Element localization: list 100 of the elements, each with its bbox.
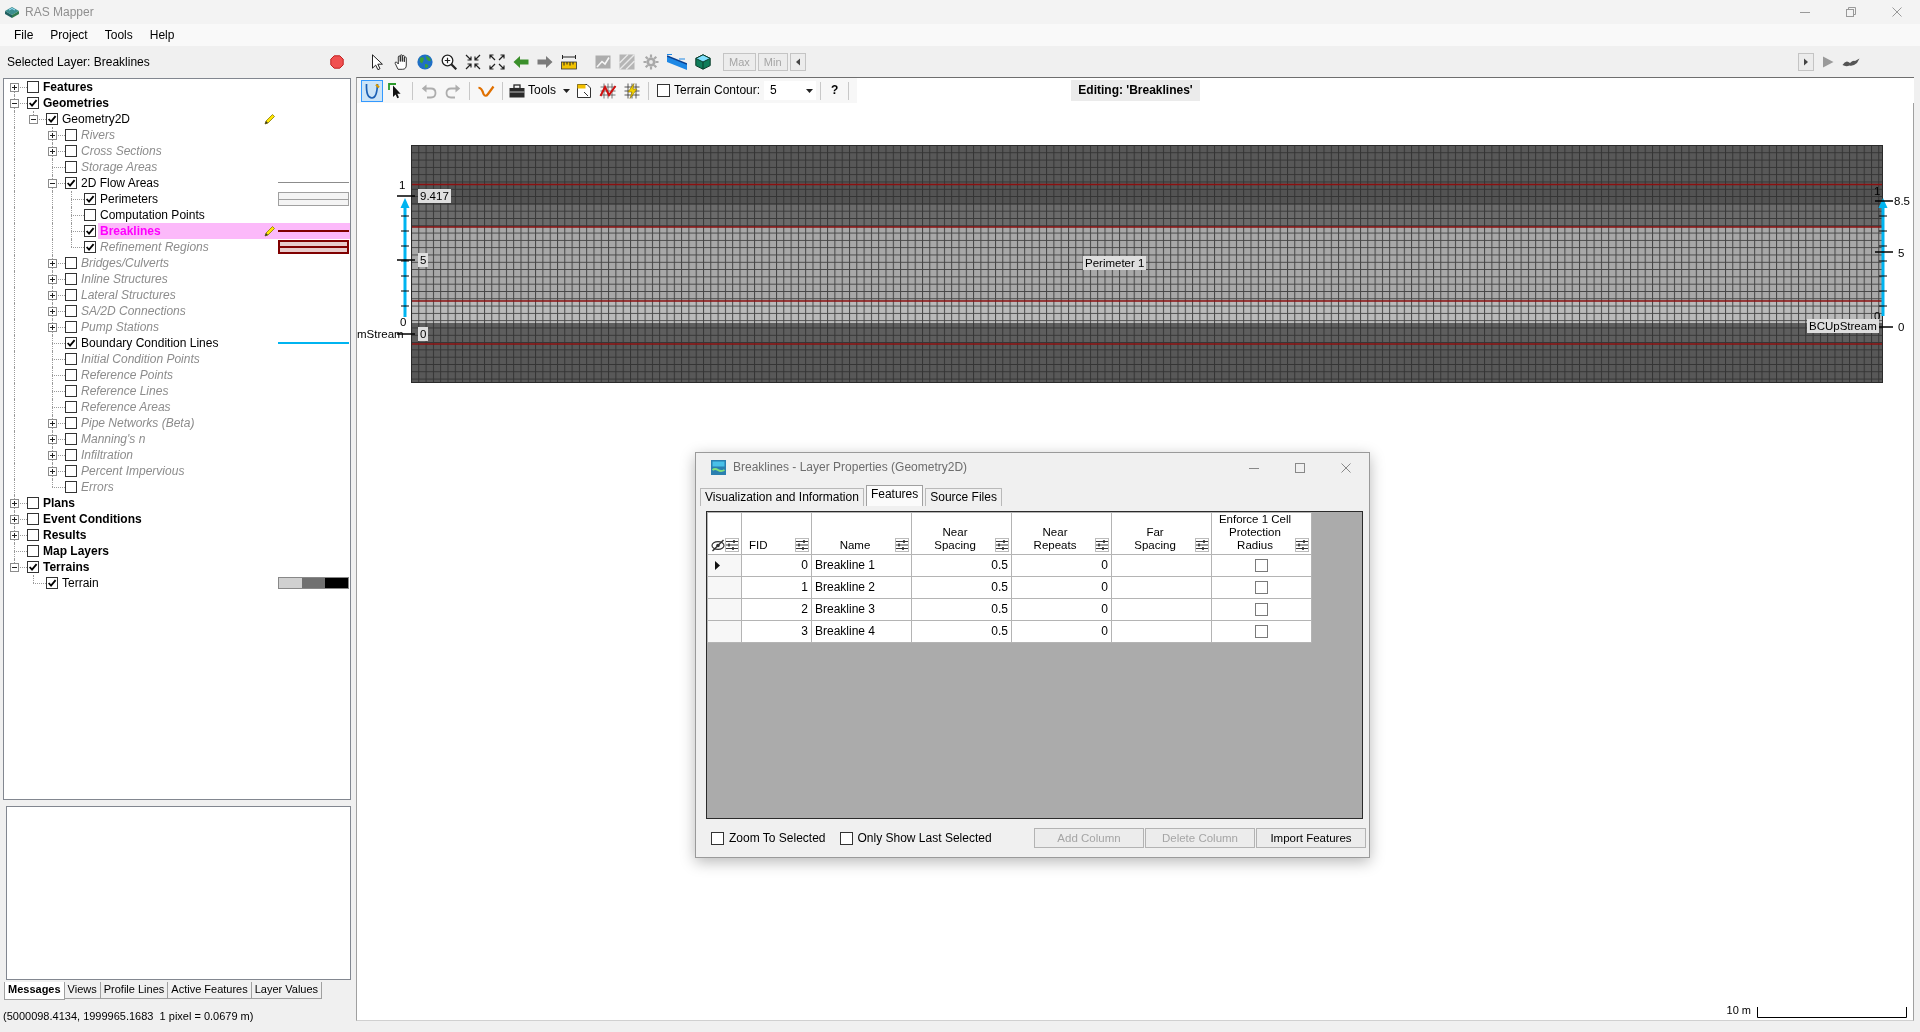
panel-tab[interactable]: Views <box>63 982 101 999</box>
layer-name[interactable]: Terrains <box>43 559 90 575</box>
column-title: Near Spacing <box>933 525 977 552</box>
layer-name[interactable]: Map Layers <box>43 543 110 559</box>
checkbox[interactable] <box>1255 558 1268 572</box>
tools-menu-button[interactable]: Tools <box>507 80 572 101</box>
table-cell: 0.5 <box>911 620 1012 642</box>
checkbox[interactable] <box>711 831 724 845</box>
checkbox[interactable] <box>839 831 853 845</box>
panel-tab[interactable]: Profile Lines <box>99 982 169 999</box>
dialog-button[interactable]: Import Features <box>1256 828 1366 849</box>
globe-icon[interactable] <box>417 53 433 70</box>
value-label: 0 <box>418 327 429 341</box>
menu-item[interactable]: File <box>6 24 43 46</box>
panel-tab[interactable]: Active Features <box>167 982 252 999</box>
stop-icon[interactable] <box>330 55 344 69</box>
column-header[interactable]: FID <box>741 512 812 554</box>
checkbox[interactable] <box>65 337 77 349</box>
table-cell: 0.5 <box>911 598 1012 620</box>
checkbox[interactable] <box>27 97 39 109</box>
app-icon <box>4 5 20 19</box>
close-icon[interactable] <box>1892 7 1902 17</box>
sliders-icon[interactable] <box>725 537 739 552</box>
hand-icon[interactable] <box>393 53 409 70</box>
layer-name[interactable]: Geometry2D <box>62 111 131 127</box>
checkbox[interactable] <box>84 209 96 221</box>
cube-icon[interactable] <box>695 53 711 70</box>
contour-interval-select[interactable]: 5 <box>764 81 817 100</box>
dialog-tab[interactable]: Source Files <box>925 487 1002 506</box>
layer-name[interactable]: 2D Flow Areas <box>81 175 160 191</box>
checkbox[interactable] <box>27 513 39 525</box>
sliders-icon[interactable] <box>1195 537 1209 552</box>
eye-slash-icon[interactable] <box>711 537 725 552</box>
column-header[interactable]: Far Spacing <box>1111 512 1212 554</box>
checkbox[interactable] <box>27 545 39 557</box>
checkbox[interactable] <box>65 177 77 189</box>
arrows-inward-icon[interactable] <box>465 53 481 70</box>
diagonal-band-icon[interactable] <box>667 53 687 70</box>
expander-icon[interactable] <box>10 83 19 92</box>
zoom-in-icon[interactable] <box>441 53 457 70</box>
menu-item[interactable]: Tools <box>96 24 142 46</box>
menu-item[interactable]: Project <box>42 24 97 46</box>
maximize-icon[interactable] <box>1295 462 1305 473</box>
layer-name[interactable]: Computation Points <box>100 207 205 223</box>
column-header[interactable]: Name <box>811 512 912 554</box>
checkbox[interactable] <box>1255 602 1268 616</box>
right-arrow-icon[interactable] <box>537 53 553 70</box>
arrows-outward-icon[interactable] <box>489 53 505 70</box>
layer-name[interactable]: Geometries <box>43 95 110 111</box>
layer-name[interactable]: Event Conditions <box>43 511 142 527</box>
expander-icon[interactable] <box>10 99 19 108</box>
dialog-tab[interactable]: Features <box>865 484 924 506</box>
checkbox[interactable] <box>46 113 58 125</box>
row-header[interactable] <box>707 554 742 576</box>
sliders-icon[interactable] <box>795 537 809 552</box>
help-button[interactable]: ? <box>825 80 845 101</box>
checkbox[interactable] <box>27 561 39 573</box>
checkbox[interactable] <box>46 577 58 589</box>
close-icon[interactable] <box>1341 462 1351 473</box>
checkbox[interactable] <box>27 497 39 509</box>
wave-icon[interactable] <box>1842 56 1860 67</box>
checkbox[interactable] <box>1255 624 1268 638</box>
left-arrow-icon[interactable] <box>513 53 529 70</box>
expander-icon[interactable] <box>29 115 38 124</box>
sliders-icon[interactable] <box>995 537 1009 552</box>
layer-name[interactable]: Terrain <box>62 575 99 591</box>
checkbox[interactable] <box>27 529 39 541</box>
sliders-icon[interactable] <box>1095 537 1109 552</box>
checkbox[interactable] <box>657 84 670 97</box>
expander-icon[interactable] <box>10 531 19 540</box>
curve-icon[interactable] <box>361 79 383 102</box>
expander-icon[interactable] <box>10 515 19 524</box>
restore-icon[interactable] <box>1846 7 1856 17</box>
sliders-icon[interactable] <box>1295 537 1309 552</box>
caret-icon <box>806 88 814 93</box>
expander-icon[interactable] <box>10 563 19 572</box>
checkbox[interactable] <box>1255 580 1268 594</box>
layer-name[interactable]: Features <box>43 79 94 95</box>
checkbox[interactable] <box>84 193 96 205</box>
column-header[interactable]: Near Spacing <box>911 512 1012 554</box>
table-cell: 0.5 <box>911 554 1012 576</box>
panel-tab[interactable]: Layer Values <box>250 982 323 999</box>
ruler-icon[interactable] <box>561 53 577 70</box>
checkbox[interactable] <box>84 225 96 237</box>
dialog-tab[interactable]: Visualization and Information <box>700 487 864 506</box>
layer-name[interactable]: Perimeters <box>100 191 158 207</box>
sliders-icon[interactable] <box>895 537 909 552</box>
expander-icon[interactable] <box>48 179 57 188</box>
layer-name[interactable]: Results <box>43 527 87 543</box>
menu-item[interactable]: Help <box>141 24 184 46</box>
table-cell: 0.5 <box>911 576 1012 598</box>
table-cell: 1 <box>741 576 812 598</box>
layer-name[interactable]: Boundary Condition Lines <box>81 335 219 351</box>
checkbox[interactable] <box>27 81 39 93</box>
layer-name[interactable]: Plans <box>43 495 75 511</box>
column-header[interactable]: Near Repeats <box>1011 512 1112 554</box>
column-header[interactable]: Enforce 1 Cell Protection Radius <box>1211 512 1312 554</box>
panel-tab[interactable]: Messages <box>4 982 65 1000</box>
pointer-icon[interactable] <box>369 53 385 70</box>
expander-icon[interactable] <box>10 499 19 508</box>
